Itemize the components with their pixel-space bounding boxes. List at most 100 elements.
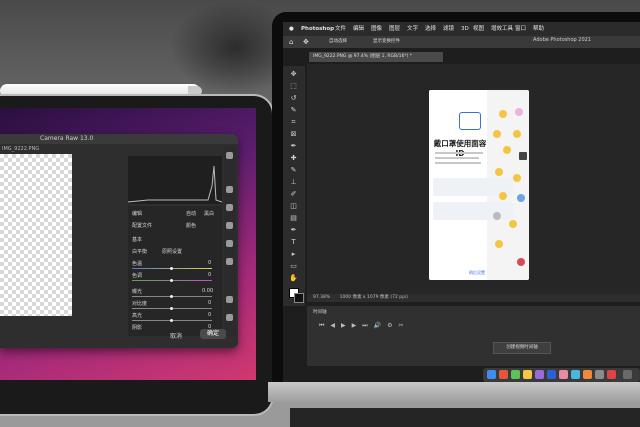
crop-tool-icon[interactable]: [226, 204, 233, 211]
redeye-tool-icon[interactable]: [226, 258, 233, 265]
contrast-label: 对比度: [132, 301, 148, 307]
frame-icon[interactable]: ⊠: [289, 130, 298, 138]
menu-type[interactable]: 文字: [407, 22, 418, 36]
menu-file[interactable]: 文件: [335, 22, 346, 36]
photoshop-icon[interactable]: [547, 370, 556, 379]
zoom-value[interactable]: 97.38%: [313, 295, 330, 300]
laptop-hinge: [268, 382, 640, 402]
create-timeline-button[interactable]: 创建视频时间轴: [493, 342, 551, 354]
white-balance-select[interactable]: 原照设置: [162, 248, 182, 255]
eyedropper-icon[interactable]: ✒: [289, 142, 298, 150]
stamp-icon[interactable]: ⊥: [289, 178, 298, 186]
notes-icon[interactable]: [523, 370, 532, 379]
app-icon[interactable]: [607, 370, 616, 379]
home-icon[interactable]: ⌂: [289, 36, 293, 48]
phone-option-card: [433, 202, 513, 220]
emoji: [513, 174, 521, 182]
app-title: Adobe Photoshop 2021: [533, 37, 591, 43]
app-icon[interactable]: [583, 370, 592, 379]
finder-icon[interactable]: [487, 370, 496, 379]
phone-text-line: [435, 152, 483, 154]
shape-icon[interactable]: ▭: [289, 262, 298, 270]
mask-tool-icon[interactable]: [226, 240, 233, 247]
emoji: [517, 258, 525, 266]
contrast-knob[interactable]: [170, 307, 173, 310]
menu-3d[interactable]: 3D: [461, 22, 469, 36]
lasso-icon[interactable]: ↺: [289, 94, 298, 102]
emoji: [499, 110, 507, 118]
menu-filter[interactable]: 滤镜: [443, 22, 454, 36]
phone-text-line: [435, 157, 479, 159]
brush-icon[interactable]: ✎: [289, 166, 298, 174]
timeline-controls[interactable]: ⏮◀▶▶⏭🔊⚙✂: [319, 322, 410, 330]
basic-section[interactable]: 基本: [132, 236, 142, 243]
profile-select[interactable]: 颜色: [186, 222, 196, 229]
laptop-screen: ● Photoshop 文件 编辑 图像 图层 文字 选择 滤镜 3D 视图 增…: [283, 22, 640, 382]
auto-button[interactable]: 自动: [186, 210, 196, 217]
cancel-button[interactable]: 取消: [170, 331, 182, 340]
app-icon[interactable]: [571, 370, 580, 379]
menu-image[interactable]: 图像: [371, 22, 382, 36]
exposure-knob[interactable]: [170, 295, 173, 298]
app-icon[interactable]: [559, 370, 568, 379]
zoom-tool-icon[interactable]: [226, 314, 233, 321]
move-tool-icon[interactable]: ✥: [303, 36, 309, 48]
menu-help[interactable]: 帮助: [533, 22, 544, 36]
timeline-label[interactable]: 时间轴: [313, 309, 327, 315]
settings-icon[interactable]: [595, 370, 604, 379]
camera-raw-title: Camera Raw 13.0: [40, 135, 94, 142]
apple-icon[interactable]: ●: [289, 22, 294, 36]
exposure-value: 0.00: [202, 288, 214, 294]
camera-raw-filename: IMG_9222.PNG: [2, 146, 40, 152]
menu-photoshop[interactable]: Photoshop: [301, 22, 334, 36]
show-transform-checkbox[interactable]: 显示变换控件: [373, 36, 400, 48]
crop-icon[interactable]: ⌗: [289, 118, 298, 126]
menu-select[interactable]: 选择: [425, 22, 436, 36]
ok-button[interactable]: 确定: [200, 329, 226, 339]
move-icon[interactable]: ✥: [289, 70, 298, 78]
zoom-readout[interactable]: 97.38% 1000 像素 x 1079 像素 (72 ppi): [313, 294, 408, 302]
gear-icon[interactable]: [226, 152, 233, 159]
quick-select-icon[interactable]: ✎: [289, 106, 298, 114]
bw-button[interactable]: 黑白: [204, 210, 214, 217]
document-tab[interactable]: IMG_9222.PNG @ 97.4% (图层 1, RGB/16*) *: [309, 52, 443, 62]
background-color-swatch[interactable]: [294, 293, 304, 303]
app-icon[interactable]: [535, 370, 544, 379]
eraser-icon[interactable]: ◫: [289, 202, 298, 210]
shadows-label: 阴影: [132, 325, 143, 331]
doc-size: 1000 像素 x 1079 像素 (72 ppi): [339, 295, 408, 300]
contrast-value: 0: [208, 300, 212, 306]
menu-edit[interactable]: 编辑: [353, 22, 364, 36]
heal-tool-icon[interactable]: [226, 222, 233, 229]
temp-knob[interactable]: [170, 267, 173, 270]
healing-icon[interactable]: ✚: [289, 154, 298, 162]
hand-tool-icon[interactable]: [226, 296, 233, 303]
auto-select-checkbox[interactable]: 自动选择: [329, 36, 347, 48]
menu-layer[interactable]: 图层: [389, 22, 400, 36]
highlights-knob[interactable]: [170, 319, 173, 322]
menu-bar: ● Photoshop 文件 编辑 图像 图层 文字 选择 滤镜 3D 视图 增…: [283, 22, 640, 36]
pen-icon[interactable]: ✒: [289, 226, 298, 234]
phone-text-line: [435, 162, 481, 164]
app-icon[interactable]: [499, 370, 508, 379]
text-tool-icon[interactable]: T: [289, 238, 298, 246]
emoji: [493, 130, 501, 138]
highlights-value: 0: [208, 312, 212, 318]
marquee-icon[interactable]: ⬚: [289, 82, 298, 90]
path-select-icon[interactable]: ▸: [289, 250, 298, 258]
edit-tool-icon[interactable]: [226, 186, 233, 193]
menu-window[interactable]: 窗口: [515, 22, 526, 36]
menu-view[interactable]: 视图: [473, 22, 484, 36]
exposure-label: 曝光: [132, 289, 143, 295]
history-brush-icon[interactable]: ✐: [289, 190, 298, 198]
gradient-icon[interactable]: ▤: [289, 214, 298, 222]
camera-raw-titlebar: [0, 134, 238, 144]
messages-icon[interactable]: [511, 370, 520, 379]
emoji: [503, 146, 511, 154]
trash-icon[interactable]: [623, 370, 632, 379]
tint-knob[interactable]: [170, 279, 173, 282]
hand-icon[interactable]: ✋: [289, 274, 298, 282]
menu-plugins[interactable]: 增效工具: [491, 22, 513, 36]
emoji: [499, 192, 507, 200]
tools-panel: ✥ ⬚ ↺ ✎ ⌗ ⊠ ✒ ✚ ✎ ⊥ ✐ ◫ ▤ ✒ T ▸ ▭ ✋: [283, 66, 305, 306]
